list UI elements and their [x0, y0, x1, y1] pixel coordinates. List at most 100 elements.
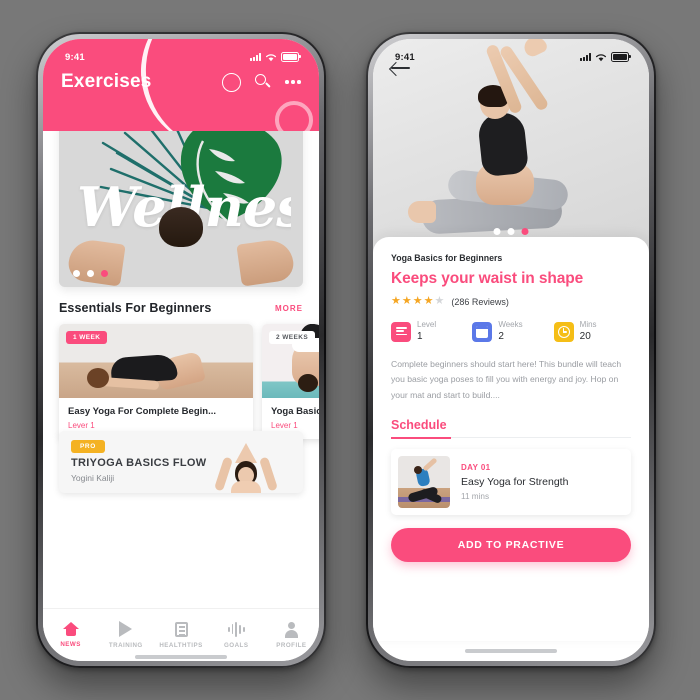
- signal-bars-icon: [579, 53, 591, 61]
- tab-profile[interactable]: PROFILE: [264, 621, 319, 649]
- left-header: 9:41 Exercises: [43, 39, 319, 131]
- play-icon: [119, 621, 133, 637]
- course-title: Keeps your waist in shape: [391, 270, 584, 287]
- course-card-list: 1 WEEK Easy Yoga For Complete Begin... L…: [59, 324, 319, 439]
- wifi-icon: [595, 53, 607, 61]
- right-phone-screen: 9:41 Yoga Basics for Beginners Keeps you…: [373, 39, 649, 661]
- bridge-pose-figure: [81, 350, 209, 392]
- hero-carousel[interactable]: Wellness: [59, 131, 303, 287]
- battery-icon: [281, 52, 301, 62]
- back-arrow-icon[interactable]: [391, 61, 411, 75]
- tab-label: HEALTHTIPS: [159, 641, 203, 649]
- hero-carousel-dots[interactable]: [73, 270, 108, 277]
- schedule-duration: 11 mins: [461, 492, 490, 502]
- hero-figure-arm-right: [236, 237, 296, 287]
- bottom-tab-bar[interactable]: NEWS TRAINING HEALTHTIPS GOALS PROFILE: [43, 608, 319, 661]
- circle-icon[interactable]: [222, 72, 242, 92]
- stat-value: 20: [579, 331, 591, 342]
- course-description: Complete beginners should start here! Th…: [391, 358, 622, 401]
- course-name: Easy Yoga For Complete Begin...: [68, 406, 216, 417]
- duration-badge: 2 WEEKS: [269, 331, 316, 344]
- search-icon[interactable]: [255, 74, 271, 90]
- waveform-icon: [227, 621, 245, 637]
- book-icon: [174, 621, 188, 637]
- add-to-practice-button[interactable]: ADD TO PRACTIVE: [391, 528, 631, 563]
- schedule-item[interactable]: DAY 01 Easy Yoga for Strength 11 mins: [391, 449, 631, 516]
- stat-key: Mins: [579, 320, 597, 329]
- tab-training[interactable]: TRAINING: [98, 621, 153, 649]
- stat-value: 2: [498, 331, 504, 342]
- detail-sheet: Yoga Basics for Beginners Keeps your wai…: [373, 237, 649, 641]
- schedule-title: Schedule: [391, 418, 447, 433]
- left-content: Wellness Essentials For Beginners MORE: [43, 131, 319, 608]
- home-icon: [63, 622, 78, 636]
- schedule-section: Schedule DAY 01 Easy Yoga for Strength 1…: [391, 416, 631, 516]
- star-icon: ★: [412, 295, 423, 307]
- yoga-pose-figure: [406, 39, 616, 255]
- course-thumbnail: 1 WEEK: [59, 324, 253, 398]
- star-rating: ★ ★ ★ ★ ★: [391, 296, 444, 307]
- home-indicator: [373, 641, 649, 661]
- course-level: Lever 1: [68, 421, 95, 430]
- stat-mins: Mins 20: [553, 320, 631, 344]
- battery-icon: [611, 52, 631, 62]
- stat-key: Level: [417, 320, 437, 329]
- pro-course-author: Yogini Kaliji: [71, 473, 115, 483]
- tab-label: GOALS: [223, 641, 249, 649]
- carousel-dot-active[interactable]: [101, 270, 108, 277]
- review-count: (286 Reviews): [451, 296, 509, 307]
- tab-healthtips[interactable]: HEALTHTIPS: [153, 621, 208, 649]
- right-phone-frame: 9:41 Yoga Basics for Beginners Keeps you…: [366, 32, 656, 668]
- left-phone-screen: 9:41 Exercises Essentials For Beginners …: [43, 39, 319, 661]
- schedule-day: DAY 01: [461, 463, 491, 473]
- pro-badge: PRO: [71, 440, 105, 453]
- tab-label: NEWS: [60, 641, 81, 648]
- tab-news[interactable]: NEWS: [43, 622, 98, 648]
- schedule-name: Easy Yoga for Strength: [461, 476, 569, 489]
- stats-row: Level 1 Weeks 2 Mins 20: [391, 320, 631, 344]
- course-card[interactable]: 2 WEEKS Yoga Basics fo Lever 1: [262, 324, 319, 439]
- stat-weeks: Weeks 2: [472, 320, 549, 344]
- home-indicator: [43, 655, 319, 659]
- section-title: Essentials For Beginners: [59, 301, 212, 315]
- more-dots-icon[interactable]: [285, 80, 301, 84]
- clock-icon: [553, 321, 574, 342]
- calendar-icon: [472, 321, 493, 342]
- prayer-pose-figure: [213, 441, 279, 493]
- star-icon: ★: [423, 295, 434, 307]
- tab-label: TRAINING: [108, 642, 143, 649]
- stat-key: Weeks: [498, 320, 523, 329]
- status-time: 9:41: [65, 51, 85, 63]
- more-link[interactable]: MORE: [275, 304, 303, 313]
- star-icon-empty: ★: [434, 295, 445, 307]
- stat-level: Level 1: [391, 320, 468, 344]
- star-icon: ★: [401, 295, 412, 307]
- carousel-dot[interactable]: [507, 228, 515, 235]
- schedule-underline: [391, 437, 631, 439]
- course-subtitle: Yoga Basics for Beginners: [391, 253, 503, 263]
- header-circle-decoration: [275, 101, 313, 131]
- course-name: Yoga Basics fo: [271, 406, 319, 417]
- duration-badge: 1 WEEK: [66, 331, 108, 344]
- left-phone-frame: 9:41 Exercises Essentials For Beginners …: [36, 32, 326, 668]
- hero-figure-arm-left: [66, 237, 126, 287]
- carousel-dot[interactable]: [73, 270, 80, 277]
- hero-figure-head: [159, 207, 203, 247]
- hero-carousel-dots[interactable]: [493, 228, 529, 235]
- page-title: Exercises: [61, 71, 152, 92]
- level-lines-icon: [391, 321, 411, 342]
- tab-goals[interactable]: GOALS: [209, 621, 264, 649]
- course-level: Lever 1: [271, 421, 298, 430]
- carousel-dot-active[interactable]: [521, 228, 529, 235]
- user-icon: [284, 621, 299, 638]
- stat-value: 1: [417, 331, 423, 342]
- course-card[interactable]: 1 WEEK Easy Yoga For Complete Begin... L…: [59, 324, 253, 439]
- rating-row: ★ ★ ★ ★ ★ (286 Reviews): [391, 296, 631, 307]
- pro-course-title: TRIYOGA BASICS FLOW: [71, 457, 207, 469]
- schedule-thumbnail: [398, 456, 450, 509]
- tab-label: PROFILE: [276, 641, 307, 649]
- carousel-dot[interactable]: [493, 228, 501, 235]
- detail-hero-image[interactable]: 9:41: [373, 39, 649, 255]
- carousel-dot[interactable]: [87, 270, 94, 277]
- pro-course-card[interactable]: PRO TRIYOGA BASICS FLOW Yogini Kaliji: [59, 431, 303, 493]
